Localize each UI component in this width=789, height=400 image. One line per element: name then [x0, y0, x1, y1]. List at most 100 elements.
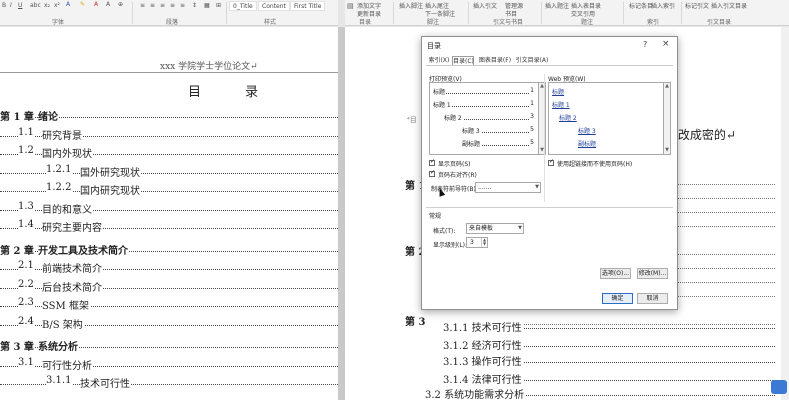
- options-button[interactable]: 选项(O)...: [600, 268, 631, 279]
- toc-entry[interactable]: 2.1 前端技术简介: [0, 260, 338, 275]
- toc-entry-number: 第 1 章: [0, 108, 35, 123]
- style-first-title[interactable]: First Title: [290, 1, 326, 11]
- bold-icon[interactable]: B: [2, 2, 6, 9]
- insert-index-button[interactable]: 插入索引: [651, 1, 675, 10]
- modify-button[interactable]: 修改(M)...: [637, 268, 668, 279]
- toc-entry-title: 绪论: [38, 108, 59, 123]
- use-hyperlinks-checkbox[interactable]: [548, 158, 554, 166]
- toc-entry[interactable]: 3.2 系统功能需求分析: [345, 386, 789, 400]
- show-levels-stepper[interactable]: 3 ▲ ▼: [466, 237, 488, 248]
- header-rule: [0, 72, 338, 73]
- toc-entry[interactable]: 1.2 国内外现状: [0, 145, 338, 160]
- line-spacing-icon[interactable]: ↕: [192, 2, 197, 9]
- char-shading-icon[interactable]: A: [106, 1, 110, 8]
- toc-entry[interactable]: 3.1.1 技术可行性: [345, 319, 789, 334]
- right-align-label: 页码右对齐(R): [438, 172, 477, 179]
- toc-entry[interactable]: 第 3 章系统分析: [0, 338, 338, 353]
- group-captions-label: 题注: [581, 19, 594, 26]
- toc-entry[interactable]: 2.3 SSM 框架: [0, 297, 338, 312]
- group-font-label: 字体: [52, 19, 65, 26]
- print-preview-text: 标题 3: [462, 126, 481, 135]
- distribute-icon[interactable]: ≡: [180, 2, 185, 9]
- style-content[interactable]: Content: [258, 1, 290, 11]
- align-left-icon[interactable]: ≡: [140, 2, 145, 9]
- toc-entry-title: 研究背景: [42, 126, 83, 142]
- close-icon[interactable]: ×: [662, 39, 670, 49]
- toc-entry-title: B/S 架构: [42, 315, 84, 331]
- toc-entry[interactable]: 3.1.1 技术可行性: [0, 375, 338, 390]
- toc-entry[interactable]: 2.2 后台技术简介: [0, 278, 338, 294]
- toc-entry[interactable]: 第 1 章绪论: [0, 108, 338, 123]
- web-preview-link: 标题: [552, 89, 565, 96]
- scroll-up-icon[interactable]: ▲: [664, 83, 670, 90]
- underline-icon[interactable]: U: [18, 2, 22, 9]
- print-preview-page: 5: [529, 139, 534, 146]
- toc-entry[interactable]: 3.1.2 经济可行性: [345, 337, 789, 352]
- toc-entry-title: 系统分析: [38, 338, 79, 353]
- right-align-checkbox[interactable]: [429, 169, 435, 177]
- toc-entry-number: 2.1: [18, 260, 35, 271]
- toc-entry-title: 目的和意义: [42, 200, 93, 216]
- toc-entry[interactable]: 3.1.4 法律可行性: [345, 371, 789, 386]
- tab-divider: [426, 65, 673, 66]
- justify-icon[interactable]: ≡: [170, 2, 175, 9]
- toc-entry[interactable]: 3.1.3 操作可行性: [345, 353, 789, 368]
- toc-heading: 目 录: [188, 85, 279, 100]
- ok-button[interactable]: 确定: [602, 293, 633, 304]
- scroll-down-icon[interactable]: ▼: [664, 147, 670, 154]
- chevron-down-icon: ▼: [535, 184, 539, 190]
- print-preview-text: 标题: [433, 87, 447, 96]
- toc-entry[interactable]: 2.4 B/S 架构: [0, 315, 338, 331]
- strikethrough-icon[interactable]: abc: [30, 2, 41, 9]
- vertical-scrollbar[interactable]: [781, 27, 789, 400]
- toc-entry[interactable]: 1.2.1 国外研究现状: [0, 163, 338, 179]
- toc-entry[interactable]: 1.2.2 国内研究现状: [0, 182, 338, 197]
- insert-citation-button[interactable]: 插入引文: [473, 1, 497, 10]
- print-preview-line: 标题 3 5: [430, 126, 538, 136]
- toc-entry[interactable]: 3.1 可行性分析: [0, 356, 338, 372]
- borders-icon[interactable]: ⊞: [216, 2, 221, 9]
- subscript-icon[interactable]: x₂: [44, 2, 50, 9]
- insert-caption-button[interactable]: 插入题注: [545, 1, 569, 10]
- mark-citation-button[interactable]: 标记引文: [685, 1, 709, 10]
- align-center-icon[interactable]: ≡: [150, 2, 155, 9]
- superscript-icon[interactable]: x²: [54, 2, 60, 9]
- enclose-char-icon[interactable]: ⊕: [118, 1, 123, 8]
- highlight-icon[interactable]: ✎: [80, 1, 85, 8]
- show-page-numbers-checkbox[interactable]: [429, 158, 435, 166]
- spin-arrows-icon[interactable]: ▲ ▼: [481, 238, 487, 247]
- column-divider: [544, 74, 545, 202]
- toc-button[interactable]: ▤: [347, 2, 354, 10]
- show-levels-value: 3: [470, 239, 474, 246]
- style-0-title[interactable]: 0_Title: [229, 1, 257, 11]
- italic-icon[interactable]: I: [10, 2, 12, 9]
- toc-entry[interactable]: 1.4 研究主要内容: [0, 219, 338, 234]
- document-page-left[interactable]: xxx 学院学士学位论文↵ 目 录 第 1 章绪论 1.1 研究背景 1.2 国内外现状…: [0, 27, 338, 400]
- toc-entry-title: 3.1.2 经济可行性: [443, 337, 523, 352]
- show-levels-label: 显示级别(L):: [433, 242, 468, 249]
- toc-entry-title: 开发工具及技术简介: [38, 241, 129, 257]
- insert-footnote-button[interactable]: 插入脚注: [399, 1, 423, 10]
- web-preview-scrollbar[interactable]: ▲ ▼: [664, 82, 671, 155]
- ribbon-separator: [468, 2, 469, 24]
- font-color-icon[interactable]: A: [94, 1, 98, 8]
- web-preview-link: 标题 1: [552, 102, 570, 109]
- toc-entry[interactable]: 1.1 研究背景: [0, 126, 338, 142]
- print-preview-line: 标题 2 3: [430, 113, 538, 123]
- shading-icon[interactable]: ▦: [204, 2, 210, 9]
- toc-entry-number: 第 2 章: [0, 241, 35, 257]
- tab-leader-select[interactable]: ....... ▼: [475, 182, 541, 193]
- insert-toa-button[interactable]: 插入引文目录: [711, 1, 747, 10]
- toc-entry[interactable]: 第 2 章开发工具及技术简介: [0, 241, 338, 257]
- formats-select[interactable]: 来自模板 ▼: [466, 223, 524, 234]
- cancel-button[interactable]: 取消: [637, 293, 668, 304]
- help-icon[interactable]: ?: [643, 40, 647, 49]
- print-preview-page: 3: [529, 113, 534, 120]
- text-effect-icon[interactable]: A: [66, 1, 70, 8]
- mark-entry-button[interactable]: 标记条目: [629, 1, 653, 10]
- align-right-icon[interactable]: ≡: [160, 2, 165, 9]
- toc-dialog: 目录 ? × 索引(X) 目录(C) 图表目录(F) 引文目录(A) 打印预览(…: [421, 36, 678, 310]
- ribbon-references: ▤ 添加文字 更新目录 目录 插入脚注 插入尾注 下一条脚注 脚注 插入引文 管…: [345, 0, 789, 26]
- toc-entry[interactable]: 1.3 目的和意义: [0, 200, 338, 216]
- status-badge-icon[interactable]: [771, 380, 787, 394]
